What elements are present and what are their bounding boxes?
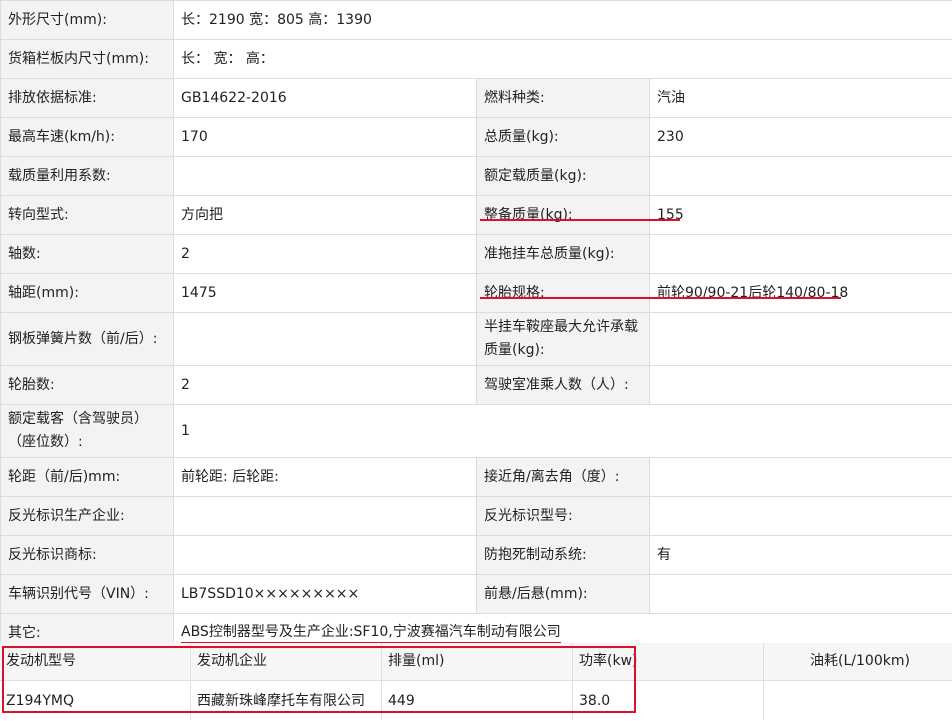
value-reflector-model: [650, 497, 952, 535]
value-saddle-load: [650, 313, 952, 365]
value-overall-dimensions: 长：2190 宽：805 高：1390: [174, 1, 952, 39]
value-overhang: [650, 575, 952, 613]
engine-header-maker: 发动机企业: [191, 643, 381, 680]
label-load-utilization: 载质量利用系数:: [1, 157, 173, 195]
value-cab-capacity: [650, 366, 952, 404]
engine-value-fuel-consumption: [764, 681, 952, 721]
value-axle-count: 2: [174, 235, 476, 273]
label-max-speed: 最高车速(km/h):: [1, 118, 173, 156]
label-reflector-brand: 反光标识商标:: [1, 536, 173, 574]
label-trailer-mass: 准拖挂车总质量(kg):: [477, 235, 649, 273]
label-approach-departure-angle: 接近角/离去角（度）:: [477, 458, 649, 496]
engine-value-power: 38.0: [573, 681, 763, 721]
value-total-mass: 230: [650, 118, 952, 156]
label-steering-type: 转向型式:: [1, 196, 173, 234]
engine-header-power: 功率(kw): [573, 643, 763, 680]
value-curb-weight: 155: [650, 196, 952, 234]
value-rated-passengers: 1: [174, 405, 952, 457]
other-underline-text: ABS控制器型号及生产企业:SF10,宁波赛福汽车制动有限公司: [181, 623, 561, 644]
value-load-utilization: [174, 157, 476, 195]
value-tire-spec: 前轮90/90-21后轮140/80-18: [650, 274, 952, 312]
label-overall-dimensions: 外形尺寸(mm):: [1, 1, 173, 39]
label-axle-count: 轴数:: [1, 235, 173, 273]
label-fuel-type: 燃料种类:: [477, 79, 649, 117]
label-overhang: 前悬/后悬(mm):: [477, 575, 649, 613]
label-rated-load: 额定载质量(kg):: [477, 157, 649, 195]
engine-header-model: 发动机型号: [0, 643, 190, 680]
label-leaf-spring-count: 钢板弹簧片数（前/后）:: [1, 313, 173, 365]
value-tire-count: 2: [174, 366, 476, 404]
value-emission-standard: GB14622-2016: [174, 79, 476, 117]
engine-value-model: Z194YMQ: [0, 681, 190, 721]
value-wheelbase: 1475: [174, 274, 476, 312]
label-curb-weight: 整备质量(kg):: [477, 196, 649, 234]
value-vin: LB7SSD10×××××××××: [174, 575, 476, 613]
value-approach-departure-angle: [650, 458, 952, 496]
vehicle-spec-table: 外形尺寸(mm): 长：2190 宽：805 高：1390 货箱栏板内尺寸(mm…: [0, 0, 952, 652]
value-abs: 有: [650, 536, 952, 574]
label-cargo-box-dimensions: 货箱栏板内尺寸(mm):: [1, 40, 173, 78]
engine-value-displacement: 449: [382, 681, 572, 721]
value-reflector-maker: [174, 497, 476, 535]
value-steering-type: 方向把: [174, 196, 476, 234]
label-vin: 车辆识别代号（VIN）:: [1, 575, 173, 613]
label-track-width: 轮距（前/后)mm:: [1, 458, 173, 496]
engine-header-displacement: 排量(ml): [382, 643, 572, 680]
label-saddle-load: 半挂车鞍座最大允许承载质量(kg):: [477, 313, 649, 365]
label-wheelbase: 轴距(mm):: [1, 274, 173, 312]
label-reflector-maker: 反光标识生产企业:: [1, 497, 173, 535]
label-abs: 防抱死制动系统:: [477, 536, 649, 574]
value-reflector-brand: [174, 536, 476, 574]
engine-header-fuel-consumption: 油耗(L/100km): [764, 643, 952, 680]
value-max-speed: 170: [174, 118, 476, 156]
label-emission-standard: 排放依据标准:: [1, 79, 173, 117]
label-cab-capacity: 驾驶室准乘人数（人）:: [477, 366, 649, 404]
label-tire-spec: 轮胎规格:: [477, 274, 649, 312]
value-rated-load: [650, 157, 952, 195]
engine-table: 发动机型号 发动机企业 排量(ml) 功率(kw) 油耗(L/100km) Z1…: [0, 643, 952, 721]
label-rated-passengers: 额定载客（含驾驶员）（座位数）:: [1, 405, 173, 457]
value-cargo-box-dimensions: 长： 宽： 高：: [174, 40, 952, 78]
label-reflector-model: 反光标识型号:: [477, 497, 649, 535]
value-trailer-mass: [650, 235, 952, 273]
label-total-mass: 总质量(kg):: [477, 118, 649, 156]
value-track-width: 前轮距: 后轮距:: [174, 458, 476, 496]
engine-value-maker: 西藏新珠峰摩托车有限公司: [191, 681, 381, 721]
value-fuel-type: 汽油: [650, 79, 952, 117]
value-leaf-spring-count: [174, 313, 476, 365]
label-tire-count: 轮胎数:: [1, 366, 173, 404]
